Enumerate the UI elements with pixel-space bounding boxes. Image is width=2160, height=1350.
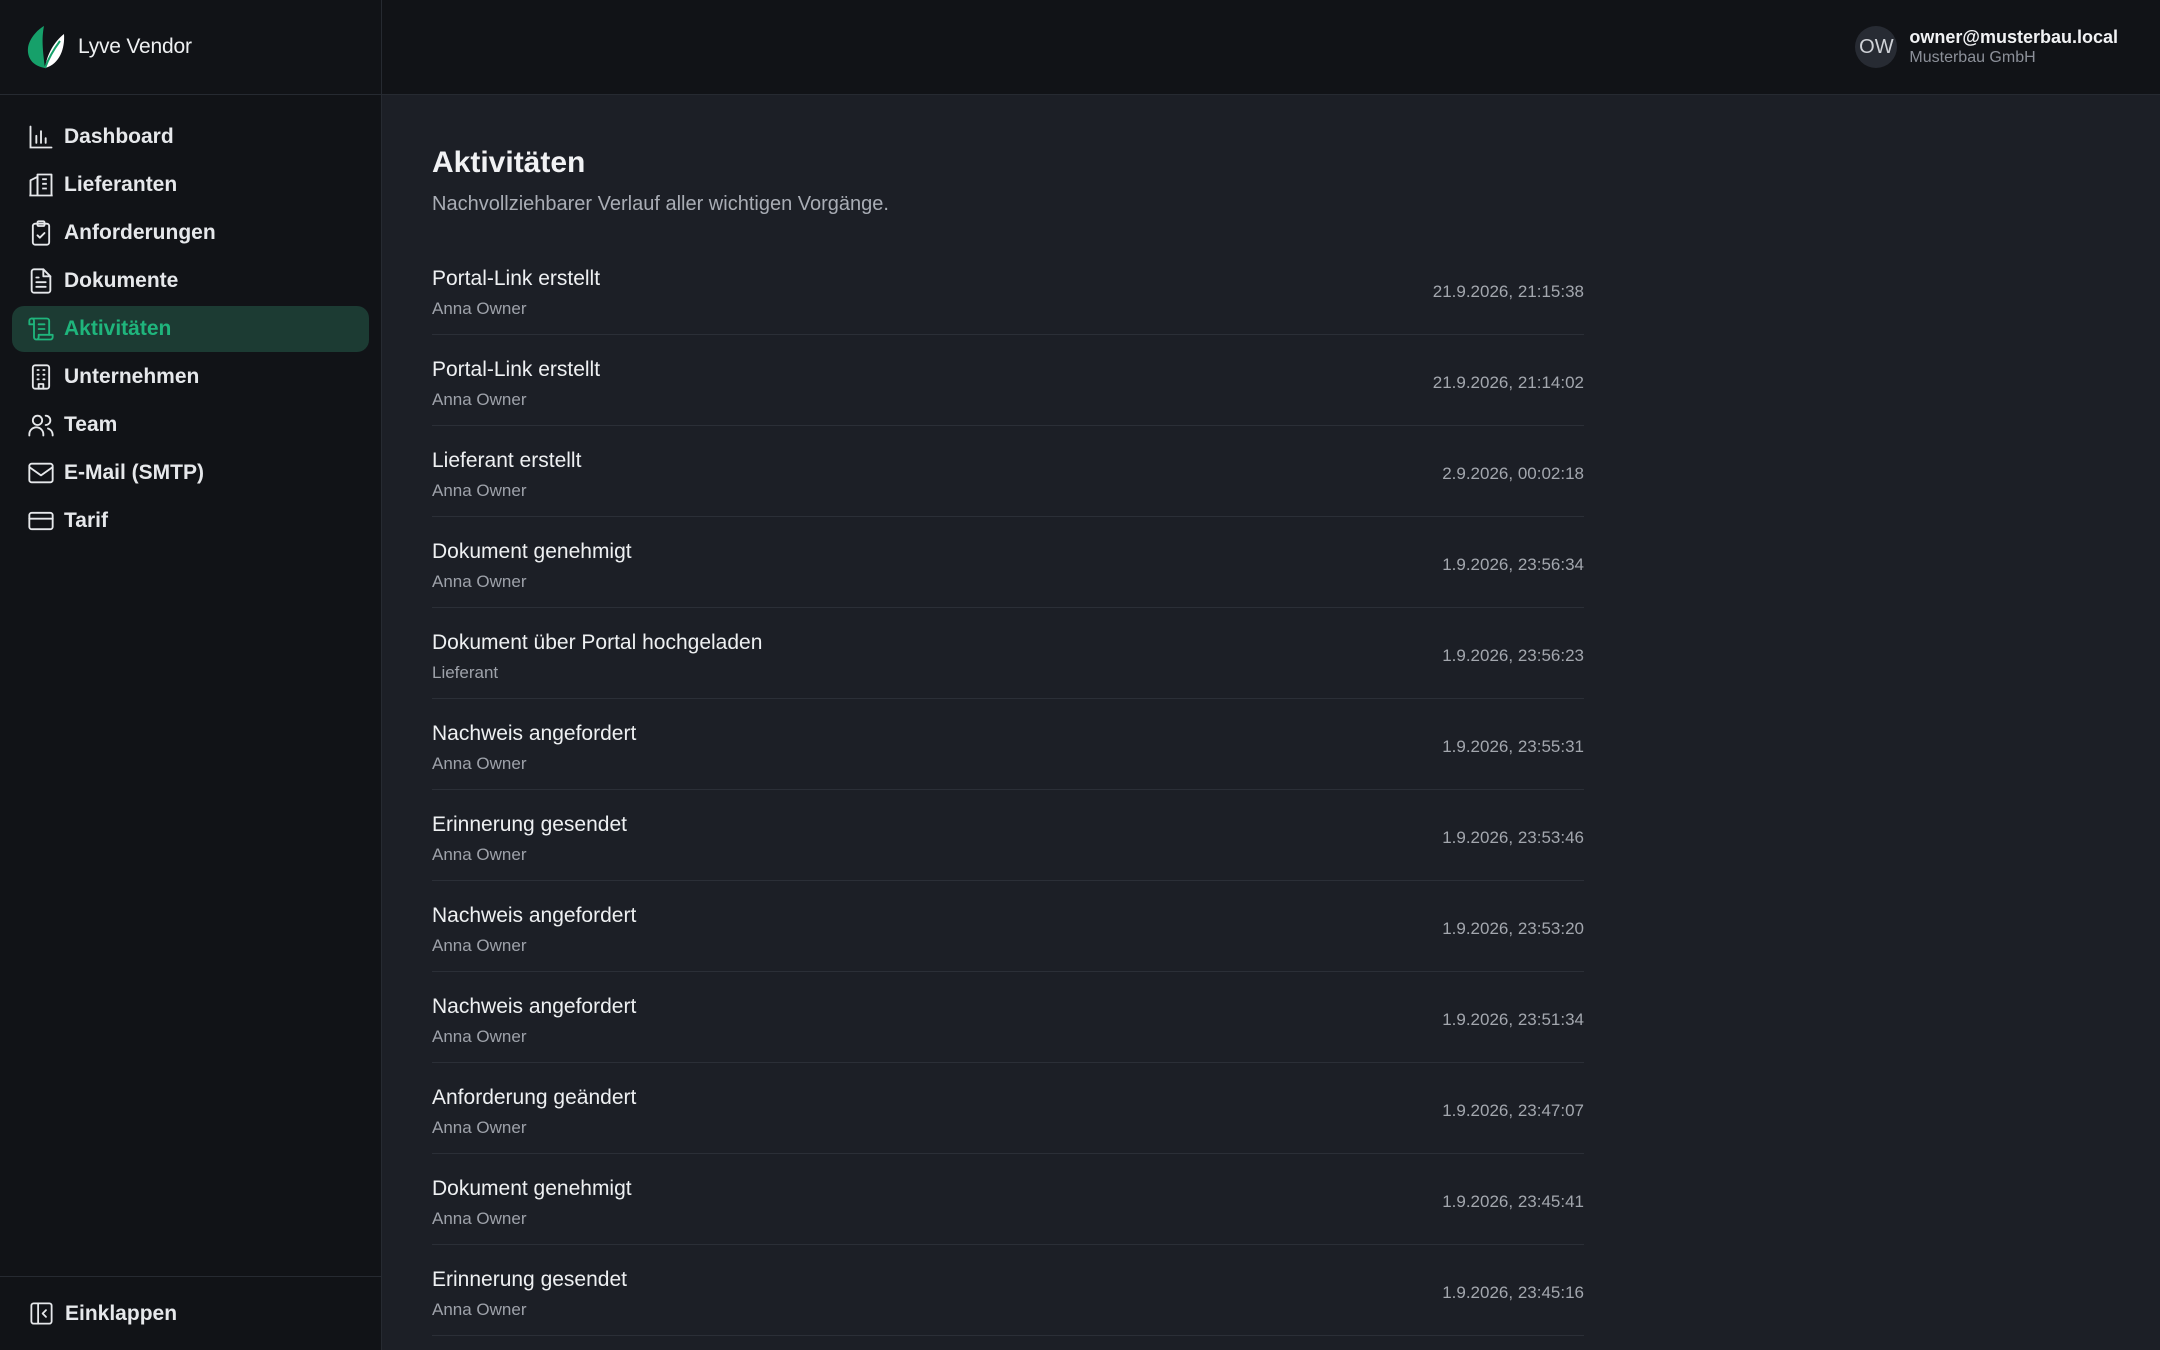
user-menu[interactable]: OW owner@musterbau.local Musterbau GmbH <box>1855 26 2118 68</box>
sidebar-item-lieferanten[interactable]: Lieferanten <box>12 162 369 208</box>
activity-row[interactable]: Nachweis angefordert Anna Owner 1.9.2026… <box>432 972 1584 1063</box>
sidebar-item-label: Aktivitäten <box>64 317 172 340</box>
brand[interactable]: Lyve Vendor <box>0 0 381 95</box>
activity-title: Erinnerung gesendet <box>432 1268 627 1291</box>
sidebar-item-label: Anforderungen <box>64 221 216 244</box>
sidebar-item-unternehmen[interactable]: Unternehmen <box>12 354 369 400</box>
collapse-sidebar-button[interactable]: Einklappen <box>0 1276 381 1350</box>
sidebar: Lyve Vendor Dashboard Lieferanten Anford… <box>0 0 382 1350</box>
mail-icon <box>28 462 54 484</box>
activity-title: Portal-Link erstellt <box>432 267 601 290</box>
activity-title: Anforderung geändert <box>432 1086 637 1109</box>
activity-timestamp: 1.9.2026, 23:45:41 <box>1442 1192 1584 1211</box>
activity-row[interactable]: Nachweis angefordert Anna Owner 1.9.2026… <box>432 881 1584 972</box>
activity-row[interactable]: Erinnerung gesendet Anna Owner 1.9.2026,… <box>432 790 1584 881</box>
activity-title: Dokument genehmigt <box>432 540 632 563</box>
credit-card-icon <box>28 511 54 531</box>
sidebar-item-label: E-Mail (SMTP) <box>64 461 204 484</box>
sidebar-item-label: Team <box>64 413 118 436</box>
activity-timestamp: 21.9.2026, 21:14:02 <box>1432 373 1584 392</box>
collapse-label: Einklappen <box>65 1301 178 1325</box>
activity-title: Nachweis angefordert <box>432 722 637 745</box>
activity-row[interactable]: Dokument über Portal hochgeladen Liefera… <box>432 608 1584 699</box>
activity-row[interactable]: Anforderung geändert Anna Owner 1.9.2026… <box>432 1063 1584 1154</box>
sidebar-item-dokumente[interactable]: Dokumente <box>12 258 369 304</box>
activity-row[interactable]: Lieferant erstellt Anna Owner 2.9.2026, … <box>432 426 1584 517</box>
sidebar-item-label: Dashboard <box>64 125 174 148</box>
user-company: Musterbau GmbH <box>1909 48 2036 66</box>
users-icon <box>28 414 54 437</box>
activity-actor: Anna Owner <box>432 390 527 409</box>
document-icon <box>30 268 52 294</box>
user-email: owner@musterbau.local <box>1909 26 2118 47</box>
leaf-logo-icon <box>27 26 65 69</box>
sidebar-item-team[interactable]: Team <box>12 402 369 448</box>
page-title: Aktivitäten <box>432 146 586 179</box>
sidebar-item-label: Unternehmen <box>64 365 200 388</box>
sidebar-item-label: Tarif <box>64 509 108 532</box>
sidebar-item-aktivitaeten[interactable]: Aktivitäten <box>12 306 369 352</box>
activity-title: Dokument über Portal hochgeladen <box>432 631 763 654</box>
activity-title: Erinnerung gesendet <box>432 813 627 836</box>
activity-row[interactable]: Portal-Link erstellt Anna Owner 21.9.202… <box>432 335 1584 426</box>
activity-list: Portal-Link erstellt Anna Owner 21.9.202… <box>432 244 1584 1336</box>
app-name: Lyve Vendor <box>78 35 192 58</box>
activity-timestamp: 2.9.2026, 00:02:18 <box>1442 464 1584 483</box>
panel-collapse-icon <box>30 1302 53 1325</box>
sidebar-item-dashboard[interactable]: Dashboard <box>12 114 369 160</box>
activity-actor: Anna Owner <box>432 1300 527 1319</box>
sidebar-item-label: Lieferanten <box>64 173 178 196</box>
activity-timestamp: 21.9.2026, 21:15:38 <box>1432 282 1584 301</box>
activity-actor: Anna Owner <box>432 481 527 500</box>
activity-actor: Anna Owner <box>432 1027 527 1046</box>
activity-title: Nachweis angefordert <box>432 995 637 1018</box>
activity-title: Lieferant erstellt <box>432 449 582 472</box>
activity-row[interactable]: Dokument genehmigt Anna Owner 1.9.2026, … <box>432 517 1584 608</box>
activity-timestamp: 1.9.2026, 23:45:16 <box>1442 1283 1584 1302</box>
building-icon <box>29 173 53 197</box>
sidebar-nav: Dashboard Lieferanten Anforderungen Doku… <box>0 95 381 544</box>
activity-row[interactable]: Erinnerung gesendet Anna Owner 1.9.2026,… <box>432 1245 1584 1336</box>
activity-actor: Anna Owner <box>432 1118 527 1137</box>
activity-title: Dokument genehmigt <box>432 1177 632 1200</box>
activity-title: Portal-Link erstellt <box>432 358 601 381</box>
activity-timestamp: 1.9.2026, 23:47:07 <box>1442 1101 1584 1120</box>
activity-actor: Anna Owner <box>432 845 527 864</box>
activity-timestamp: 1.9.2026, 23:53:20 <box>1442 919 1584 938</box>
clipboard-check-icon <box>31 220 51 246</box>
activity-row[interactable]: Nachweis angefordert Anna Owner 1.9.2026… <box>432 699 1584 790</box>
activity-timestamp: 1.9.2026, 23:51:34 <box>1442 1010 1584 1029</box>
sidebar-item-email-smtp[interactable]: E-Mail (SMTP) <box>12 450 369 496</box>
activity-timestamp: 1.9.2026, 23:56:23 <box>1442 646 1584 665</box>
activity-actor: Anna Owner <box>432 572 527 591</box>
activity-timestamp: 1.9.2026, 23:55:31 <box>1442 737 1584 756</box>
activity-timestamp: 1.9.2026, 23:53:46 <box>1442 828 1584 847</box>
activity-actor: Anna Owner <box>432 299 527 318</box>
activity-actor: Anna Owner <box>432 1209 527 1228</box>
activity-row[interactable]: Dokument genehmigt Anna Owner 1.9.2026, … <box>432 1154 1584 1245</box>
main-content: Aktivitäten Nachvollziehbarer Verlauf al… <box>432 95 1584 1336</box>
activity-actor: Anna Owner <box>432 754 527 773</box>
sidebar-item-label: Dokumente <box>64 269 179 292</box>
activity-row[interactable]: Portal-Link erstellt Anna Owner 21.9.202… <box>432 244 1584 335</box>
sidebar-item-tarif[interactable]: Tarif <box>12 498 369 544</box>
activity-actor: Lieferant <box>432 663 499 682</box>
page-subtitle: Nachvollziehbarer Verlauf aller wichtige… <box>432 193 889 215</box>
activity-title: Nachweis angefordert <box>432 904 637 927</box>
activity-timestamp: 1.9.2026, 23:56:34 <box>1442 555 1584 574</box>
topbar: OW owner@musterbau.local Musterbau GmbH <box>382 0 2160 95</box>
bar-chart-icon <box>29 125 53 149</box>
avatar: OW <box>1855 26 1898 68</box>
sidebar-item-anforderungen[interactable]: Anforderungen <box>12 210 369 256</box>
activity-actor: Anna Owner <box>432 936 527 955</box>
office-building-icon <box>31 364 51 390</box>
scroll-text-icon <box>28 317 54 341</box>
